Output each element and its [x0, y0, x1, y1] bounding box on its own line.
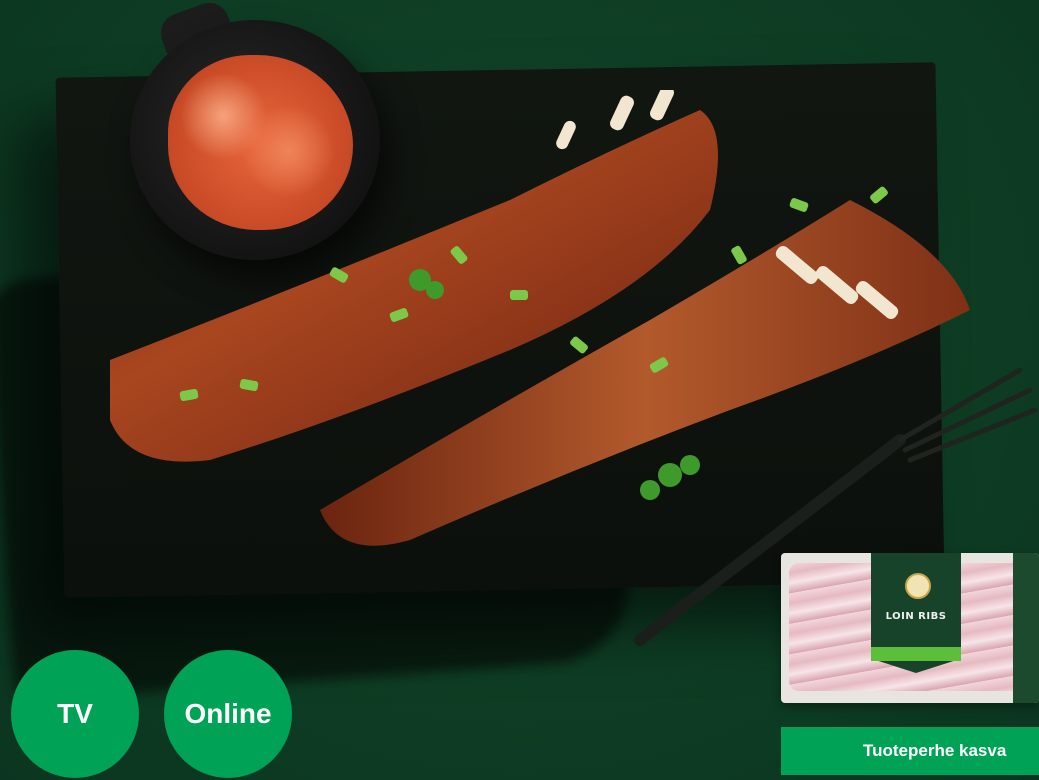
online-badge: Online [164, 650, 292, 778]
tv-badge: TV [11, 650, 139, 778]
pack-product-name: LOIN RIBS [885, 611, 947, 622]
product-family-banner[interactable]: Tuoteperhe kasva [781, 727, 1039, 775]
hero-image: LOIN RIBS TV Online Tuoteperhe kasva [0, 0, 1039, 780]
pack-side-panel [1013, 553, 1039, 703]
brand-logo-icon [905, 573, 931, 599]
product-pack-image: LOIN RIBS [781, 553, 1039, 703]
pack-green-stripe [871, 647, 961, 661]
